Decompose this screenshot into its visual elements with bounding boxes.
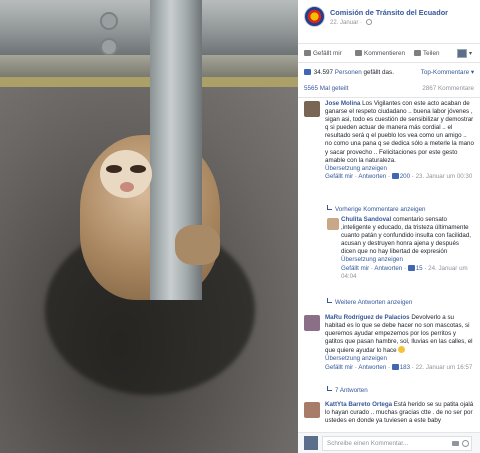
page-logo-icon[interactable] [304, 6, 325, 27]
sloth-eye-mask [130, 165, 146, 173]
previous-comments-link[interactable]: Vorherige Kommentare anzeigen [327, 205, 425, 213]
like-reaction-icon [304, 69, 311, 75]
comment-body: KattYta Barreto Ortega Está herido se su… [325, 401, 475, 425]
comment-like-count[interactable]: 15 [416, 265, 423, 272]
comment-text: Los Vigilantes con este acto acaban de g… [325, 100, 474, 164]
comment-count: 2867 Kommentare [422, 85, 474, 92]
comment-like-count[interactable]: 200 [400, 173, 410, 180]
page-name-link[interactable]: Comisión de Tránsito del Ecuador [330, 8, 448, 17]
post-header: Comisión de Tránsito del Ecuador 22. Jan… [304, 6, 476, 32]
post-sidebar: Comisión de Tránsito del Ecuador 22. Jan… [298, 0, 480, 453]
comment-like-link[interactable]: Gefällt mir [325, 173, 353, 180]
thumbs-up-icon [407, 264, 415, 271]
comment-like-count[interactable]: 183 [400, 364, 410, 371]
sloth-arm [175, 225, 220, 265]
guardrail-band [0, 55, 298, 77]
translation-link[interactable]: Übersetzung anzeigen [325, 355, 475, 363]
comment-meta: Gefällt mir · Antworten · 200 · 23. Janu… [325, 172, 473, 180]
comment-author[interactable]: Jose Molina [325, 100, 360, 107]
like-label: Gefällt mir [313, 50, 342, 57]
avatar[interactable] [304, 101, 320, 117]
emoji-icon[interactable] [462, 440, 469, 447]
comment-body: MaRu Rodríguez de Palacios Devolverlo a … [325, 314, 475, 372]
divider [298, 97, 480, 98]
more-replies-label: Weitere Antworten anzeigen [335, 299, 413, 306]
comment-meta: Gefällt mir · Antworten · 183 · 22. Janu… [325, 363, 473, 371]
avatar [304, 436, 318, 450]
more-replies-link[interactable]: Weitere Antworten anzeigen [327, 298, 412, 306]
camera-icon[interactable] [452, 441, 459, 446]
comment-reply-link[interactable]: Antworten [374, 265, 402, 272]
share-icon [414, 50, 421, 56]
thumbs-up-icon [304, 50, 311, 56]
action-bar: Gefällt mir Kommentieren Teilen ▾ [298, 43, 480, 63]
likes-count: 34.597 [313, 69, 334, 76]
top-comments-dropdown[interactable]: Top-Kommentare ▾ [421, 69, 474, 76]
thumbs-up-icon [391, 172, 399, 179]
comment-author[interactable]: MaRu Rodríguez de Palacios [325, 314, 410, 321]
sloth-eye-mask [106, 165, 122, 173]
avatar[interactable] [304, 315, 320, 331]
comment-reply-link[interactable]: Antworten [358, 173, 386, 180]
curb-line [0, 77, 298, 87]
thumbs-up-icon [391, 363, 399, 370]
likes-summary: 34.597 Personen gefällt das. [304, 69, 394, 76]
likes-persons-link[interactable]: Personen [335, 69, 362, 76]
rail-bolt [100, 38, 118, 56]
avatar[interactable] [327, 218, 339, 230]
post-as-avatar[interactable] [457, 49, 467, 58]
comment-time[interactable]: 23. Januar um 00:30 [416, 173, 473, 180]
globe-icon [365, 19, 372, 25]
previous-comments-label: Vorherige Kommentare anzeigen [335, 206, 426, 213]
likes-suffix: gefällt das. [363, 69, 394, 76]
post-date[interactable]: 22. Januar · [330, 19, 372, 26]
comment-body: Jose Molina Los Vigilantes con este acto… [325, 100, 475, 181]
avatar[interactable] [304, 402, 320, 418]
post-date-text[interactable]: 22. Januar [330, 20, 358, 26]
comment-reply-link[interactable]: Antworten [358, 364, 386, 371]
comment-label: Kommentieren [364, 50, 405, 57]
reply-arrow-icon [327, 205, 332, 210]
like-button[interactable]: Gefällt mir [304, 50, 342, 57]
comment-author[interactable]: Chulita Sandoval [341, 216, 391, 223]
comment-list: Jose Molina Los Vigilantes con este acto… [298, 99, 480, 432]
comment-body: Chulita Sandoval comentario sensato ,int… [341, 216, 475, 281]
chevron-down-icon[interactable]: ▾ [469, 50, 472, 57]
comment-author[interactable]: KattYta Barreto Ortega [325, 401, 392, 408]
guardrail [0, 0, 298, 55]
shares-link[interactable]: 5565 Mal geteilt [304, 85, 348, 92]
comment-button[interactable]: Kommentieren [355, 50, 405, 57]
comment-like-link[interactable]: Gefällt mir [341, 265, 369, 272]
reply-arrow-icon [327, 386, 332, 391]
share-label: Teilen [423, 50, 440, 57]
sloth-nose [120, 182, 134, 192]
comment-time[interactable]: 22. Januar um 16:57 [416, 364, 473, 371]
comment-icon [355, 50, 362, 56]
comment-like-link[interactable]: Gefällt mir [325, 364, 353, 371]
replies-label: 7 Antworten [335, 387, 368, 394]
post-photo[interactable] [0, 0, 298, 453]
replies-link[interactable]: 7 Antworten [327, 386, 368, 394]
top-comments-label: Top-Kommentare [420, 69, 470, 76]
translation-link[interactable]: Übersetzung anzeigen [341, 256, 475, 264]
comment-meta: Gefällt mir · Antworten · 15 · 24. Janua… [341, 264, 468, 280]
comment-composer [298, 432, 480, 453]
share-button[interactable]: Teilen [414, 50, 439, 57]
smiley-icon [398, 346, 406, 354]
rail-bolt [100, 12, 118, 30]
post-stats: 34.597 Personen gefällt das. Top-Komment… [298, 63, 480, 99]
translation-link[interactable]: Übersetzung anzeigen [325, 165, 475, 173]
reply-arrow-icon [327, 298, 332, 303]
comment-input[interactable] [322, 436, 472, 451]
